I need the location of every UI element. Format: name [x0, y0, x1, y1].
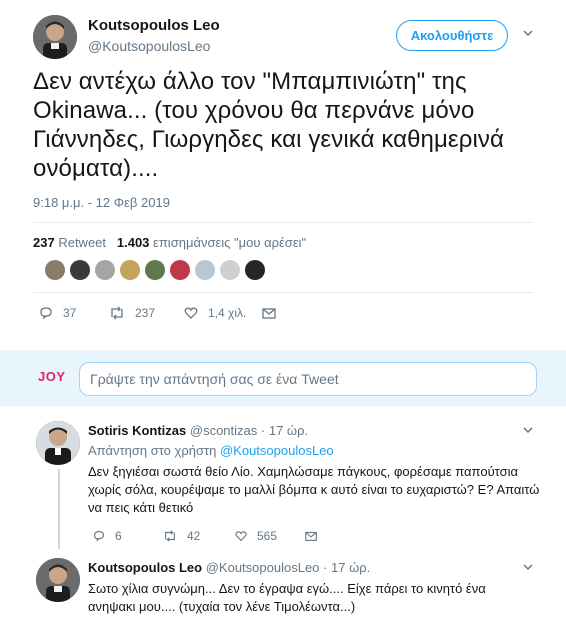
- liker-avatar[interactable]: [120, 260, 140, 280]
- like-count: 565: [257, 529, 278, 543]
- liker-avatar[interactable]: [145, 260, 165, 280]
- reply-text: Δεν ξηγιέσαι σωστά θείο Λίο. Χαμηλώσαμε …: [88, 464, 540, 515]
- reply-text: Σωτο χίλια συγνώμη... Δεν το έγραψα εγώ.…: [88, 581, 486, 614]
- like-action[interactable]: 1,4 χιλ.: [183, 305, 261, 321]
- retweet-count: 42: [187, 529, 201, 543]
- reply-count: 37: [63, 306, 77, 320]
- chevron-down-icon[interactable]: [523, 28, 533, 38]
- retweet-label[interactable]: Retweet: [58, 235, 106, 250]
- liker-avatar[interactable]: [195, 260, 215, 280]
- reply-time[interactable]: 17 ώρ.: [269, 423, 308, 438]
- reply-icon: [40, 307, 52, 320]
- retweet-icon: [165, 530, 175, 542]
- author-avatar[interactable]: [33, 15, 77, 59]
- divider: [33, 222, 533, 223]
- retweet-icon: [111, 306, 123, 320]
- reply-author-avatar[interactable]: [36, 421, 80, 465]
- heart-icon: [184, 307, 198, 319]
- composer-brand-logo[interactable]: JOY: [38, 369, 66, 384]
- liker-avatars: [45, 260, 265, 280]
- brand-text: JOY: [38, 369, 66, 384]
- reply-icon: [94, 531, 104, 542]
- tweet-actions: 37 237 1,4 χιλ.: [38, 305, 277, 321]
- engagement-stats: 237 Retweet 1.403 επισημάνσεις "μου αρέσ…: [33, 235, 306, 250]
- author-name[interactable]: Koutsopoulos Leo: [88, 17, 220, 34]
- reply-action[interactable]: 6: [92, 529, 162, 543]
- replying-to-prefix: Απάντηση στο χρήστη: [88, 443, 217, 458]
- reply-author-name[interactable]: Sotiris Kontizas: [88, 423, 186, 438]
- retweet-count[interactable]: 237: [33, 235, 55, 250]
- thread-connector: [58, 469, 60, 549]
- reply-header: Koutsopoulos Leo @KoutsopoulosLeo · 17 ώ…: [88, 560, 371, 575]
- like-label[interactable]: επισημάνσεις "μου αρέσει": [153, 235, 306, 250]
- divider: [33, 292, 533, 293]
- reply-author-avatar[interactable]: [36, 558, 80, 602]
- liker-avatar[interactable]: [95, 260, 115, 280]
- liker-avatar[interactable]: [45, 260, 65, 280]
- chevron-down-icon[interactable]: [523, 562, 533, 572]
- liker-avatar[interactable]: [70, 260, 90, 280]
- heart-icon: [235, 531, 247, 542]
- reply-header: Sotiris Kontizas @scontizas · 17 ώρ.: [88, 423, 309, 438]
- tweet-text: Δεν αντέχω άλλο τον "Μπαμπινιώτη" της Ok…: [33, 68, 504, 182]
- replying-to-handle[interactable]: @KoutsopoulosLeo: [220, 443, 334, 458]
- reply-author-handle[interactable]: @KoutsopoulosLeo: [206, 560, 320, 575]
- liker-avatar[interactable]: [220, 260, 240, 280]
- like-count-action: 1,4 χιλ.: [208, 306, 247, 320]
- reply-time[interactable]: 17 ώρ.: [331, 560, 370, 575]
- retweet-count-action: 237: [135, 306, 156, 320]
- like-action[interactable]: 565: [234, 529, 304, 543]
- tweet-timestamp[interactable]: 9:18 μ.μ. - 12 Φεβ 2019: [33, 195, 170, 210]
- liker-avatar[interactable]: [245, 260, 265, 280]
- message-action[interactable]: [261, 305, 277, 321]
- like-count[interactable]: 1.403: [117, 235, 150, 250]
- retweet-action[interactable]: 237: [108, 305, 183, 321]
- reply-author-name[interactable]: Koutsopoulos Leo: [88, 560, 202, 575]
- retweet-action[interactable]: 42: [162, 529, 234, 543]
- reply-actions: 6 42 565: [92, 529, 318, 543]
- reply-input[interactable]: Γράψτε την απάντησή σας σε ένα Tweet: [79, 362, 537, 396]
- envelope-icon: [262, 308, 276, 319]
- envelope-icon: [305, 531, 317, 541]
- reply-action[interactable]: 37: [38, 305, 108, 321]
- follow-button[interactable]: Ακολουθήστε: [396, 20, 508, 51]
- replying-to: Απάντηση στο χρήστη @KoutsopoulosLeo: [88, 442, 334, 460]
- reply-count: 6: [115, 529, 122, 543]
- author-handle[interactable]: @KoutsopoulosLeo: [88, 38, 210, 54]
- reply-author-handle[interactable]: @scontizas: [190, 423, 257, 438]
- chevron-down-icon[interactable]: [523, 425, 533, 435]
- liker-avatar[interactable]: [170, 260, 190, 280]
- message-action[interactable]: [304, 529, 318, 543]
